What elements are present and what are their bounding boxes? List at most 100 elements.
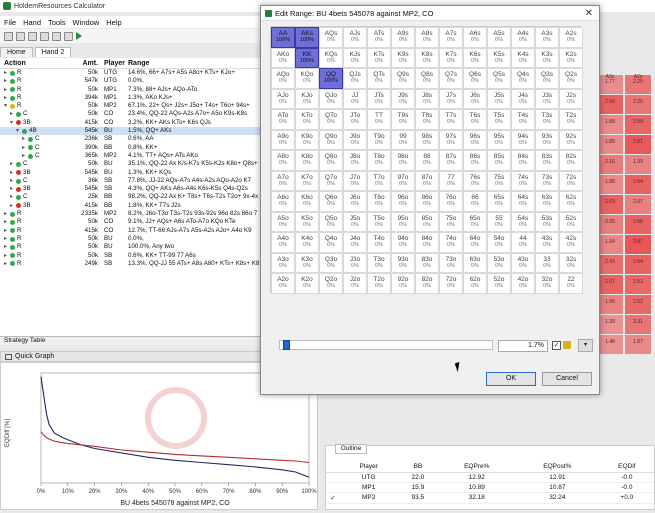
heatmap-cell[interactable]: 2.64 [625, 255, 651, 274]
strategy-table-tab[interactable]: Strategy Table [0, 336, 268, 346]
hand-cell[interactable]: 74o 0% [439, 232, 463, 253]
outline-check-cell[interactable]: ✓ [326, 492, 340, 504]
tab-hand-2[interactable]: Hand 2 [34, 47, 72, 57]
hand-cell[interactable]: A6o 0% [271, 191, 295, 212]
table-row[interactable]: ▸ R 50k BU 0.0%, [0, 235, 267, 243]
hand-cell[interactable]: T4s 0% [511, 109, 535, 130]
hand-cell[interactable]: A4s 0% [511, 27, 535, 48]
hand-cell[interactable]: 99 0% [391, 129, 415, 150]
hand-cell[interactable]: T7o 0% [367, 170, 391, 191]
hand-cell[interactable]: AJs 0% [343, 27, 367, 48]
hand-cell[interactable]: 75o 0% [439, 211, 463, 232]
hand-cell[interactable]: 74s 0% [511, 170, 535, 191]
hand-cell[interactable]: K5o 0% [295, 211, 319, 232]
hand-cell[interactable]: ATs 0% [367, 27, 391, 48]
hand-cell[interactable]: 94s 0% [511, 129, 535, 150]
hand-cell[interactable]: KJo 0% [295, 88, 319, 109]
table-row[interactable]: MP1 15.9 10.89 10.87 -0.0 [326, 482, 654, 493]
hand-cell[interactable]: 96s 0% [463, 129, 487, 150]
hand-cell[interactable]: K7o 0% [295, 170, 319, 191]
hand-cell[interactable]: 85o 0% [415, 211, 439, 232]
hand-cell[interactable]: JTo 0% [343, 109, 367, 130]
hand-cell[interactable]: A2o 0% [271, 273, 295, 294]
hand-cell[interactable]: 62s 0% [559, 191, 583, 212]
hand-cell[interactable]: AKs 100% [295, 27, 319, 48]
outline-col-header[interactable]: BB [397, 462, 439, 473]
hand-cell[interactable]: 62o 0% [463, 273, 487, 294]
hand-cell[interactable]: 92o 0% [391, 273, 415, 294]
hand-cell[interactable]: AJo 0% [271, 88, 295, 109]
hand-cell[interactable]: J5o 0% [343, 211, 367, 232]
table-row[interactable]: ▸ C 25k BB 98.2%, QQ-22 Ax K+ T8s+ T6s-T… [0, 193, 267, 201]
hand-cell[interactable]: AQo 0% [271, 68, 295, 89]
hand-cell[interactable]: 32s 0% [559, 252, 583, 273]
heatmap-cell[interactable]: 2.53 [625, 275, 651, 294]
hand-cell[interactable]: A8o 0% [271, 150, 295, 171]
outline-col-header[interactable]: EQPre% [438, 462, 516, 473]
hand-cell[interactable]: 73s 0% [535, 170, 559, 191]
hand-cell[interactable]: 72s 0% [559, 170, 583, 191]
hand-cell[interactable]: 73o 0% [439, 252, 463, 273]
hand-cell[interactable]: K8s 0% [415, 47, 439, 68]
hand-cell[interactable]: T5o 0% [367, 211, 391, 232]
heatmap-cell[interactable]: 1.89 [597, 135, 623, 154]
col-action[interactable]: Action [0, 60, 78, 67]
heatmap-cell[interactable]: 2.63 [597, 195, 623, 214]
hand-cell[interactable]: TT 0% [367, 109, 391, 130]
heatmap-cell[interactable]: 2.31 [625, 315, 651, 334]
hand-cell[interactable]: 82o 0% [415, 273, 439, 294]
hand-cell[interactable]: Q6o 0% [319, 191, 343, 212]
hand-cell[interactable]: QTs 0% [367, 68, 391, 89]
heatmap-cell[interactable]: 2.43 [597, 255, 623, 274]
hand-cell[interactable]: 42o 0% [511, 273, 535, 294]
col-amount[interactable]: Amt. [78, 60, 100, 67]
outline-col-header[interactable] [326, 462, 340, 473]
outline-check-cell[interactable] [326, 482, 340, 493]
table-row[interactable]: ▸ C 236k SB 0.6%, AA [0, 135, 267, 143]
hand-cell[interactable]: J3o 0% [343, 252, 367, 273]
hand-cell[interactable]: K9s 0% [391, 47, 415, 68]
heatmap-cell[interactable]: 1.88 [597, 175, 623, 194]
hand-cell[interactable]: KK 100% [295, 47, 319, 68]
hand-cell[interactable]: A3o 0% [271, 252, 295, 273]
table-row[interactable]: ✓ MP2 93.5 32.18 32.24 +0.0 [326, 492, 654, 504]
hand-cell[interactable]: QJo 0% [319, 88, 343, 109]
outline-check-cell[interactable] [326, 472, 340, 483]
hand-cell[interactable]: Q5s 0% [487, 68, 511, 89]
table-row[interactable]: ▸ R 2335k MP2 8.2%, J6o-T3o T3s-T2s 93s-… [0, 210, 267, 218]
hand-cell[interactable]: T8s 0% [415, 109, 439, 130]
hand-cell[interactable]: QJs 0% [343, 68, 367, 89]
hand-cell[interactable]: T8o 0% [367, 150, 391, 171]
table-row[interactable]: ▸ C 50k BU 35.1%, QQ-22 Ax K/s-K7s K5s-K… [0, 160, 267, 168]
hand-cell[interactable]: 52s 0% [559, 211, 583, 232]
hand-cell[interactable]: T3s 0% [535, 109, 559, 130]
hand-cell[interactable]: 98o 0% [391, 150, 415, 171]
heatmap-cell[interactable]: 2.64 [625, 175, 651, 194]
hand-cell[interactable]: 65s 0% [487, 191, 511, 212]
hand-cell[interactable]: J7s 0% [439, 88, 463, 109]
heatmap-cell[interactable]: 2.07 [625, 195, 651, 214]
hand-cell[interactable]: 55 0% [487, 211, 511, 232]
hand-cell[interactable]: J5s 0% [487, 88, 511, 109]
table-row[interactable]: ▸ 3B 545k BU 1.3%, KK+ KQs [0, 169, 267, 177]
hand-cell[interactable]: JTs 0% [367, 88, 391, 109]
menu-help[interactable]: Help [106, 18, 121, 27]
hand-cell[interactable]: 54s 0% [511, 211, 535, 232]
table-row[interactable]: ▸ 3B 545k SB 4.3%, QQ+ AKs A6s-A4s K6s-K… [0, 185, 267, 193]
heatmap-cell[interactable]: A2s 2.25 [625, 75, 651, 94]
hand-cell[interactable]: K5s 0% [487, 47, 511, 68]
settings-icon[interactable] [64, 31, 73, 41]
hand-cell[interactable]: 64o 0% [463, 232, 487, 253]
hand-cell[interactable]: 98s 0% [415, 129, 439, 150]
hand-cell[interactable]: 33 0% [535, 252, 559, 273]
hand-cell[interactable]: 72o 0% [439, 273, 463, 294]
range-slider[interactable] [279, 340, 493, 350]
hand-cell[interactable]: 88 0% [415, 150, 439, 171]
hand-cell[interactable]: 22 0% [559, 273, 583, 294]
hand-cell[interactable]: Q9o 0% [319, 129, 343, 150]
hand-cell[interactable]: QQ 100% [319, 68, 343, 89]
heatmap-cell[interactable]: 1.48 [597, 335, 623, 354]
hand-cell[interactable]: T4o 0% [367, 232, 391, 253]
hand-cell[interactable]: KTs 0% [367, 47, 391, 68]
hand-cell[interactable]: KTo 0% [295, 109, 319, 130]
